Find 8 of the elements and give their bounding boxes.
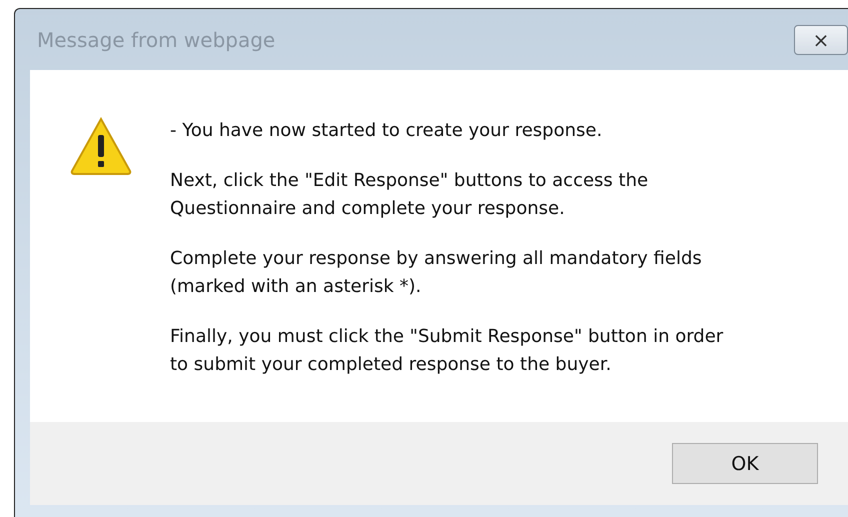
window-title: Message from webpage bbox=[37, 26, 276, 54]
message-text: Next, click the "Edit Response" buttons to access the Questionnaire and complete your response. bbox=[170, 169, 650, 221]
message-text: - You have now started to create your response. bbox=[170, 119, 604, 143]
message-text: Complete your response by answering all mandatory fields (marked with an asterisk *). bbox=[170, 247, 703, 299]
message-text: Finally, you must click the "Submit Response" button in order to submit your completed response to the buyer. bbox=[170, 325, 724, 377]
close-button[interactable]: ⨯ bbox=[794, 24, 848, 54]
warning-icon bbox=[70, 117, 132, 175]
ok-button[interactable]: OK bbox=[672, 443, 818, 484]
